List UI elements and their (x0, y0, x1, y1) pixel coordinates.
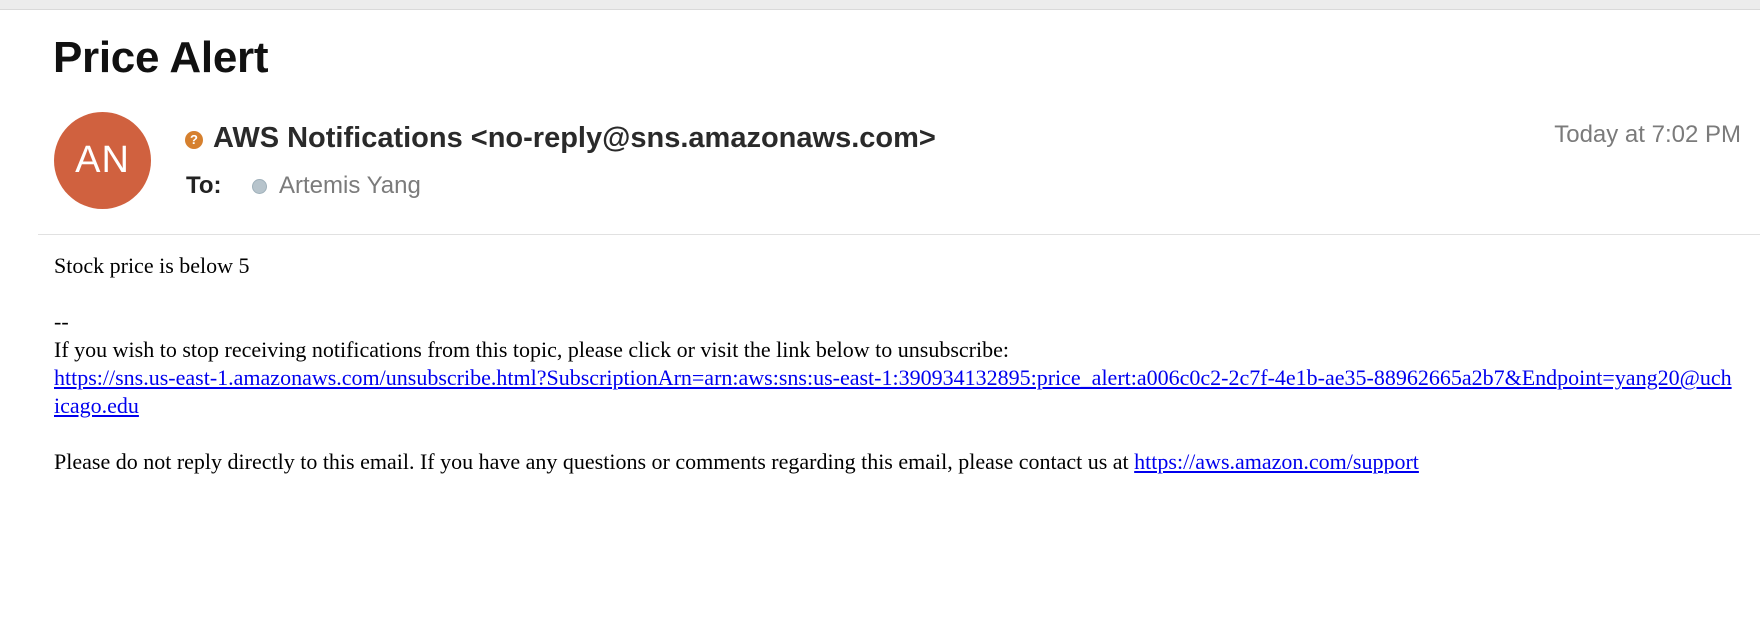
body-separator: -- (54, 309, 69, 334)
window-top-strip (0, 0, 1760, 10)
email-subject: Price Alert (53, 33, 269, 82)
from-row: ? AWS Notifications <no-reply@sns.amazon… (185, 118, 936, 158)
body-line-1: Stock price is below 5 (54, 253, 250, 278)
sender-name[interactable]: AWS Notifications <no-reply@sns.amazonaw… (213, 122, 936, 155)
unsubscribe-text: If you wish to stop receiving notificati… (54, 337, 1009, 362)
support-link[interactable]: https://aws.amazon.com/support (1134, 449, 1419, 474)
header-divider (38, 234, 1760, 235)
noreply-paragraph: Please do not reply directly to this ema… (54, 448, 1734, 476)
avatar-initials: AN (75, 139, 130, 181)
email-date: Today at 7:02 PM (1554, 121, 1741, 148)
noreply-text: Please do not reply directly to this ema… (54, 449, 1135, 474)
email-body: Stock price is below 5 -- If you wish to… (54, 252, 1734, 476)
presence-dot-icon (252, 178, 267, 194)
recipient-name[interactable]: Artemis Yang (279, 172, 421, 200)
sender-avatar: AN (54, 112, 151, 209)
to-label: To: (186, 172, 222, 199)
unsubscribe-link[interactable]: https://sns.us-east-1.amazonaws.com/unsu… (54, 365, 1732, 418)
question-circle-icon[interactable]: ? (185, 130, 203, 149)
unsubscribe-paragraph: https://sns.us-east-1.amazonaws.com/unsu… (54, 364, 1734, 420)
to-row: To: Artemis Yang (186, 170, 421, 202)
